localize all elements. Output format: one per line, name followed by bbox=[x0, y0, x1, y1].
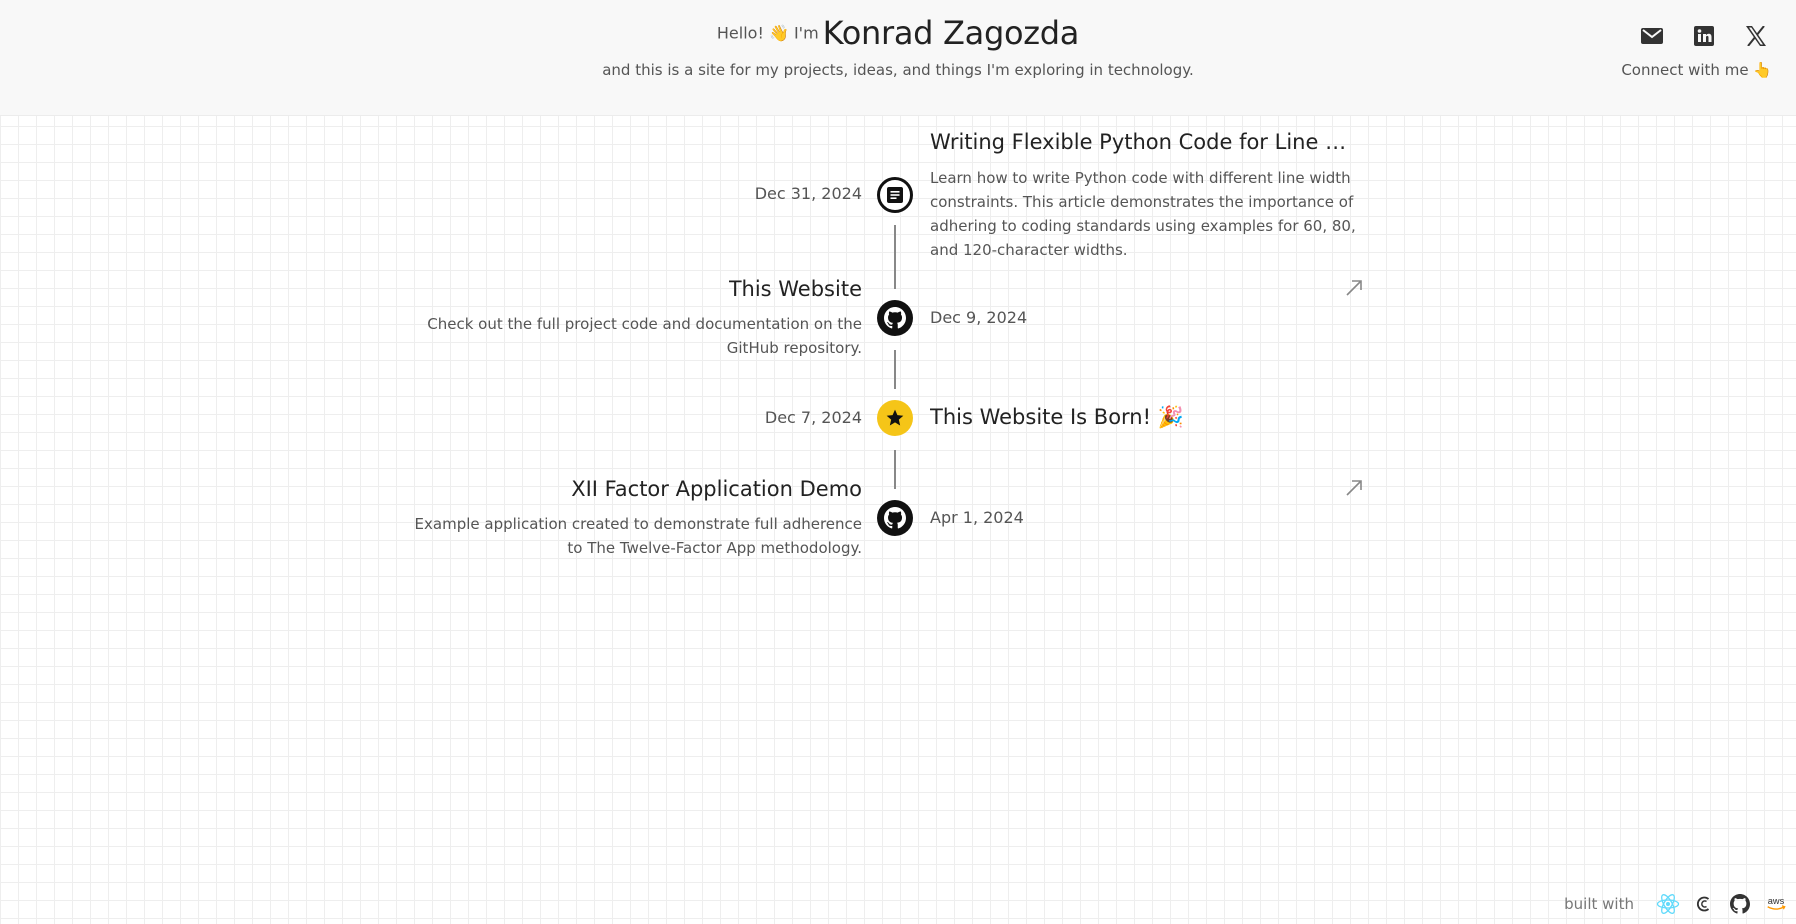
timeline-connector bbox=[894, 450, 896, 489]
x-icon[interactable] bbox=[1740, 24, 1772, 48]
item-title[interactable]: This Website Is Born! 🎉 bbox=[930, 405, 1184, 430]
item-description: Example application created to demonstra… bbox=[414, 515, 862, 557]
item-description: Check out the full project code and docu… bbox=[427, 315, 862, 357]
built-with-label: built with bbox=[1564, 895, 1634, 913]
star-icon bbox=[877, 400, 913, 436]
timeline-connector bbox=[894, 350, 896, 389]
item-date: Dec 31, 2024 bbox=[754, 184, 862, 203]
item-title[interactable]: This Website bbox=[729, 277, 862, 301]
article-icon bbox=[877, 177, 913, 213]
social-links bbox=[1636, 24, 1772, 48]
item-title[interactable]: Writing Flexible Python Code for Line Wi… bbox=[930, 130, 1366, 154]
item-date: Dec 7, 2024 bbox=[764, 408, 862, 427]
timeline-connector bbox=[894, 225, 896, 289]
aws-icon[interactable]: aws bbox=[1764, 892, 1788, 916]
item-date: Dec 9, 2024 bbox=[930, 308, 1028, 327]
item-title[interactable]: XII Factor Application Demo bbox=[571, 477, 862, 501]
email-icon[interactable] bbox=[1636, 24, 1668, 48]
connect-text: Connect with me 👆 bbox=[1621, 61, 1772, 79]
built-with-footer: built with aws bbox=[1564, 892, 1788, 916]
external-link-icon[interactable] bbox=[1345, 479, 1363, 497]
contentful-icon[interactable] bbox=[1692, 892, 1716, 916]
item-date: Apr 1, 2024 bbox=[930, 508, 1024, 527]
greeting: Hello! 👋 I'm Konrad Zagozda bbox=[0, 14, 1796, 52]
github-icon bbox=[877, 500, 913, 536]
site-header: Hello! 👋 I'm Konrad Zagozda and this is a… bbox=[0, 0, 1796, 116]
external-link-icon[interactable] bbox=[1345, 279, 1363, 297]
hello-text: Hello! 👋 I'm bbox=[716, 23, 819, 43]
item-description: Learn how to write Python code with diff… bbox=[930, 169, 1356, 259]
author-name: Konrad Zagozda bbox=[822, 14, 1080, 52]
linkedin-icon[interactable] bbox=[1688, 24, 1720, 48]
github-icon bbox=[877, 300, 913, 336]
github-icon[interactable] bbox=[1728, 892, 1752, 916]
aws-text: aws bbox=[1768, 896, 1785, 906]
react-icon[interactable] bbox=[1656, 892, 1680, 916]
site-subtitle: and this is a site for my projects, idea… bbox=[602, 61, 1194, 79]
